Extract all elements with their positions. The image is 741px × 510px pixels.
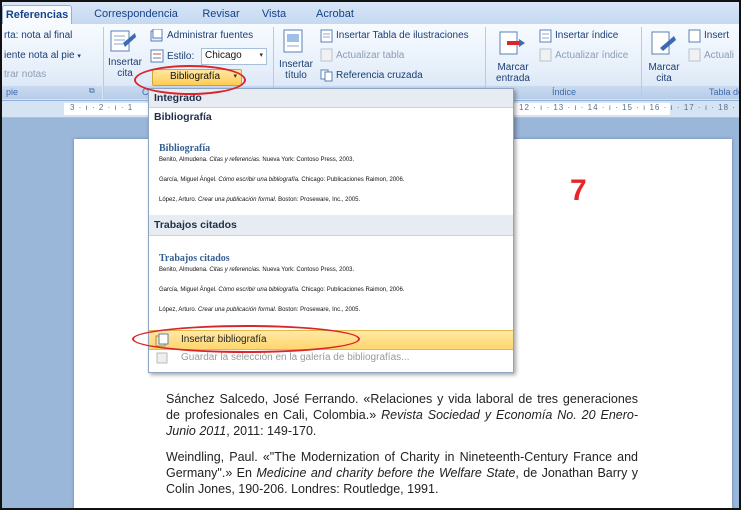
update-toa-icon [688, 48, 701, 62]
reference-weindling: Weindling, Paul. «"The Modernization of … [166, 449, 638, 497]
preview-entry: López, Arturo. Crear una publicación for… [159, 307, 361, 313]
tab-correspondencia[interactable]: Correspondencia [84, 5, 188, 23]
preview-entry: García, Miguel Ángel. Cómo escribir una … [159, 177, 405, 183]
mark-entry-icon [499, 31, 525, 55]
highlight-oval [134, 65, 246, 95]
update-table-icon [320, 48, 333, 62]
mark-entry-label-1: Marcar [497, 62, 529, 73]
next-footnote-label: iente nota al pie [4, 50, 75, 61]
insert-endnote-button[interactable]: rta: nota al final [4, 30, 72, 41]
insert-caption-label-2: título [285, 70, 307, 81]
gallery-item-bibliografia[interactable]: Bibliografía Benito, Almudena. Citas y r… [153, 131, 509, 213]
save-selection-icon [156, 352, 168, 364]
reference-book: Medicine and charity before the Welfare … [256, 466, 516, 480]
cross-reference-icon [320, 69, 333, 82]
reference-text: , 2011: 149-170. [226, 424, 317, 438]
insert-citation-icon [110, 30, 136, 52]
manage-sources-button[interactable]: Administrar fuentes [167, 30, 253, 41]
insert-citation-label-1: Insertar [108, 57, 142, 68]
next-footnote-button[interactable]: iente nota al pie ▾ [4, 50, 81, 61]
insert-index-icon [539, 29, 552, 43]
gallery-item-name: Trabajos citados [149, 215, 513, 236]
preview-title: Trabajos citados [159, 253, 230, 264]
tab-revisar[interactable]: Revisar [195, 5, 247, 23]
table-of-figures-icon [320, 29, 333, 43]
mark-citation-icon [651, 31, 676, 55]
preview-entry: Benito, Almudena. Citas y referencias. N… [159, 267, 355, 273]
chevron-down-icon: ▾ [77, 53, 81, 60]
update-index-button: Actualizar índice [555, 50, 629, 61]
insert-caption-label-1: Insertar [279, 59, 313, 70]
style-select[interactable]: Chicago ▾ [201, 48, 267, 65]
mark-citation-label-2: cita [656, 73, 672, 84]
dialog-launcher-icon[interactable]: ⧉ [89, 86, 95, 96]
highlight-oval [132, 325, 360, 353]
preview-title: Bibliografía [159, 143, 211, 154]
mark-entry-label-2: entrada [496, 73, 530, 84]
manage-sources-icon [150, 29, 163, 42]
footnotes-group-label: pie [2, 86, 102, 99]
show-notes-button[interactable]: trar notas [4, 69, 46, 80]
update-toa-button: Actuali [704, 50, 735, 61]
tab-referencias[interactable]: Referencias [2, 5, 72, 24]
mark-citation-label-1: Marcar [648, 62, 680, 73]
annotation-number: 7 [570, 174, 587, 207]
ruler-left-numbers: 3 · ı · 2 · ı · 1 [70, 103, 134, 112]
tab-acrobat[interactable]: Acrobat [307, 5, 363, 23]
insert-caption-icon [283, 29, 303, 53]
tab-vista[interactable]: Vista [254, 5, 294, 23]
word-window: Referencias Correspondencia Revisar Vist… [0, 0, 741, 510]
insert-citation-label-2: cita [117, 68, 133, 79]
reference-sanchez: Sánchez Salcedo, José Ferrando. «Relacio… [166, 391, 638, 439]
insert-toa-icon [688, 29, 701, 43]
update-table-button: Actualizar tabla [336, 50, 405, 61]
preview-entry: López, Arturo. Crear una publicación for… [159, 197, 361, 203]
insert-caption-button[interactable]: Insertar título [274, 59, 318, 81]
style-label: Estilo: [167, 51, 195, 62]
preview-entry: Benito, Almudena. Citas y referencias. N… [159, 157, 355, 163]
style-icon [150, 49, 164, 63]
chevron-down-icon: ▾ [259, 52, 263, 59]
mark-citation-button[interactable]: Marcar cita [644, 62, 684, 84]
insert-table-of-figures-button[interactable]: Insertar Tabla de ilustraciones [336, 30, 469, 41]
preview-entry: García, Miguel Ángel. Cómo escribir una … [159, 287, 405, 293]
update-index-icon [539, 48, 552, 62]
cross-reference-button[interactable]: Referencia cruzada [336, 70, 423, 81]
gallery-item-trabajos-citados[interactable]: Trabajos citados Benito, Almudena. Citas… [153, 239, 509, 321]
ruler-right-numbers: 12 · ı · 13 · ı · 14 · ı · 15 · ı 16 · ı… [519, 103, 736, 112]
insert-toa-button[interactable]: Insert [704, 30, 729, 41]
mark-entry-button[interactable]: Marcar entrada [488, 62, 538, 84]
gallery-item-name: Bibliografía [149, 108, 513, 126]
ribbon-tabs: Referencias Correspondencia Revisar Vist… [2, 2, 739, 25]
toa-group-label: Tabla de [642, 86, 739, 99]
insert-index-button[interactable]: Insertar índice [555, 30, 618, 41]
style-select-value: Chicago [205, 50, 242, 61]
